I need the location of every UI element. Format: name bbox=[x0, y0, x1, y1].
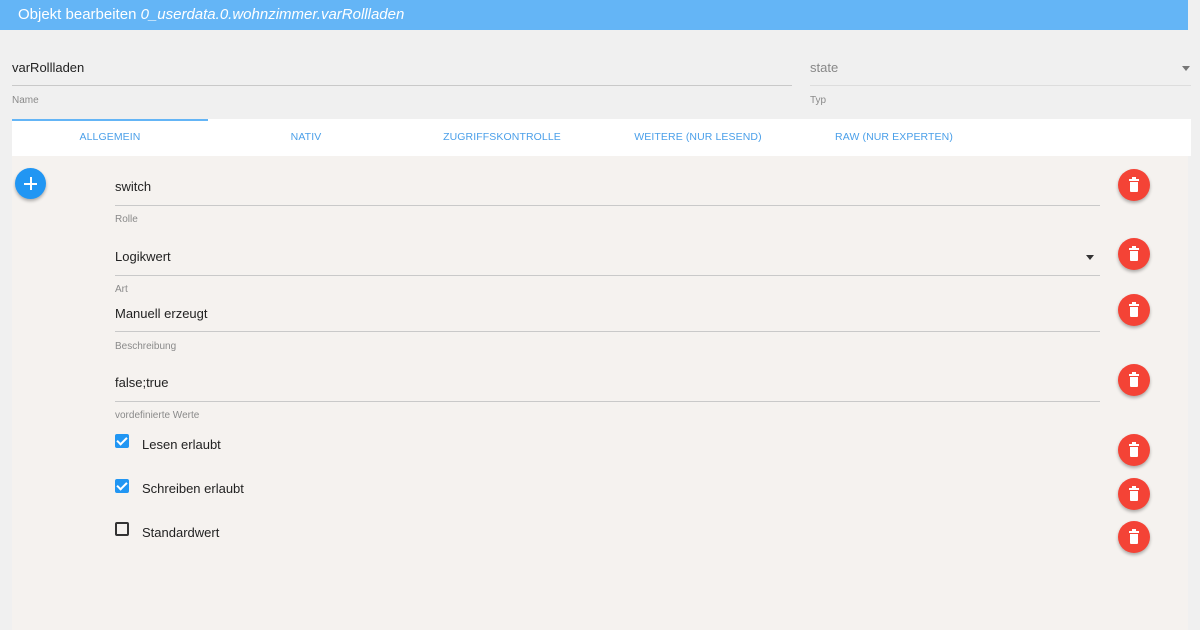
active-tab-indicator bbox=[12, 119, 208, 121]
name-underline bbox=[12, 85, 792, 86]
dialog-title-object-id: 0_userdata.0.wohnzimmer.varRollladen bbox=[140, 6, 405, 23]
werte-field[interactable]: false;true bbox=[115, 373, 1100, 402]
beschreibung-field[interactable]: Manuell erzeugt bbox=[115, 304, 1100, 332]
lesen-erlaubt-label: Lesen erlaubt bbox=[142, 437, 221, 452]
standardwert-label: Standardwert bbox=[142, 525, 220, 540]
delete-lesen-button[interactable] bbox=[1118, 434, 1150, 466]
dialog-title-prefix: Objekt bearbeiten bbox=[18, 6, 137, 23]
name-label: Name bbox=[12, 95, 39, 106]
name-field[interactable]: varRollladen bbox=[12, 58, 792, 86]
delete-standardwert-button[interactable] bbox=[1118, 521, 1150, 553]
tab-nativ[interactable]: NATIV bbox=[208, 119, 404, 156]
add-button[interactable] bbox=[15, 168, 46, 199]
schreiben-erlaubt-label: Schreiben erlaubt bbox=[142, 481, 244, 496]
schreiben-erlaubt-checkbox[interactable] bbox=[115, 479, 129, 493]
rolle-input[interactable]: switch bbox=[115, 177, 1100, 197]
tab-zugriffskontrolle[interactable]: ZUGRIFFSKONTROLLE bbox=[404, 119, 600, 156]
delete-beschreibung-button[interactable] bbox=[1118, 294, 1150, 326]
werte-label: vordefinierte Werte bbox=[115, 410, 200, 421]
rolle-underline bbox=[115, 205, 1100, 206]
caret-down-icon[interactable] bbox=[1086, 255, 1094, 260]
lesen-erlaubt-checkbox[interactable] bbox=[115, 434, 129, 448]
type-select[interactable]: state bbox=[810, 58, 1191, 86]
tab-bar: ALLGEMEIN NATIV ZUGRIFFSKONTROLLE WEITER… bbox=[12, 119, 1191, 156]
standardwert-checkbox[interactable] bbox=[115, 522, 129, 536]
art-underline bbox=[115, 275, 1100, 276]
werte-underline bbox=[115, 401, 1100, 402]
beschreibung-underline bbox=[115, 331, 1100, 332]
delete-werte-button[interactable] bbox=[1118, 364, 1150, 396]
caret-down-icon[interactable] bbox=[1182, 66, 1190, 71]
art-label: Art bbox=[115, 284, 128, 295]
name-input[interactable]: varRollladen bbox=[12, 58, 792, 78]
type-underline bbox=[810, 85, 1191, 86]
type-select-value: state bbox=[810, 60, 839, 75]
rolle-field[interactable]: switch bbox=[115, 177, 1100, 206]
delete-rolle-button[interactable] bbox=[1118, 169, 1150, 201]
tab-weitere[interactable]: WEITERE (NUR LESEND) bbox=[600, 119, 796, 156]
beschreibung-input[interactable]: Manuell erzeugt bbox=[115, 304, 1100, 324]
werte-input[interactable]: false;true bbox=[115, 373, 1100, 393]
rolle-label: Rolle bbox=[115, 214, 138, 225]
dialog-title-bar: Objekt bearbeiten 0_userdata.0.wohnzimme… bbox=[0, 0, 1188, 30]
delete-schreiben-button[interactable] bbox=[1118, 478, 1150, 510]
art-select-value: Logikwert bbox=[115, 249, 171, 264]
art-select[interactable]: Logikwert bbox=[115, 247, 1100, 276]
tab-allgemein[interactable]: ALLGEMEIN bbox=[12, 119, 208, 156]
tab-raw[interactable]: RAW (NUR EXPERTEN) bbox=[796, 119, 992, 156]
beschreibung-label: Beschreibung bbox=[115, 341, 177, 352]
delete-art-button[interactable] bbox=[1118, 238, 1150, 270]
type-label: Typ bbox=[810, 95, 827, 106]
